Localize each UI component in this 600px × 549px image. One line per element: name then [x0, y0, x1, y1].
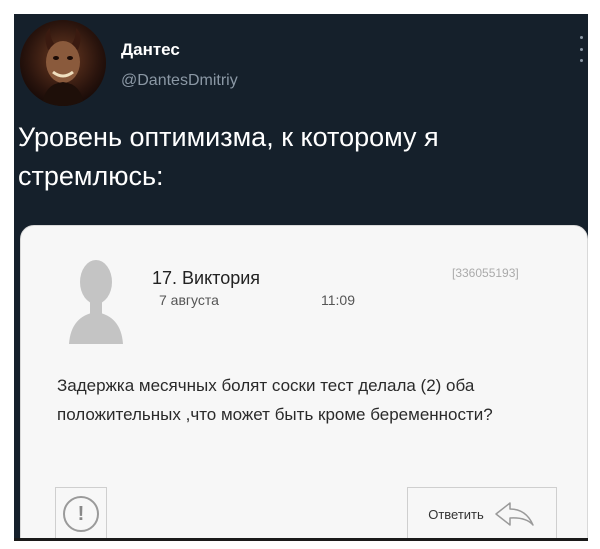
exclamation-circle-icon: !: [63, 496, 99, 532]
reply-button[interactable]: Ответить: [407, 487, 557, 538]
reply-arrow-icon: [495, 502, 534, 526]
post-author: 17. Виктория: [152, 268, 261, 288]
report-symbol: !: [77, 502, 85, 525]
more-vertical-icon[interactable]: [578, 36, 584, 62]
post-id: [336055193]: [452, 266, 519, 280]
display-name[interactable]: Дантес: [121, 40, 180, 60]
user-placeholder-icon: [69, 260, 123, 344]
report-button[interactable]: !: [55, 487, 107, 538]
embedded-post-card: 17. Виктория 7 августа 11:09 [336055193]…: [20, 225, 588, 538]
devil-avatar-icon[interactable]: [20, 20, 106, 106]
post-date: 7 августа: [159, 292, 219, 308]
tweet-container: Дантес @DantesDmitriy Уровень оптимизма,…: [14, 14, 588, 541]
reply-label: Ответить: [428, 506, 484, 522]
user-handle[interactable]: @DantesDmitriy: [121, 72, 238, 90]
post-body: Задержка месячных болят соски тест делал…: [57, 376, 493, 424]
post-time: 11:09: [321, 292, 355, 308]
tweet-text: Уровень оптимизма, к которому я стремлюс…: [18, 122, 439, 191]
